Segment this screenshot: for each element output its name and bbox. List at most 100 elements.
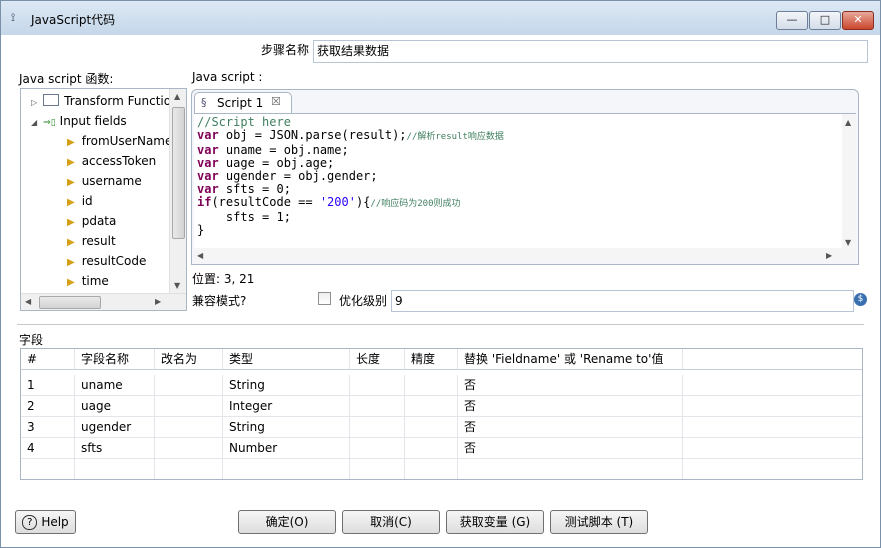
table-cell[interactable]: 否 <box>458 417 683 438</box>
table-cell[interactable]: 否 <box>458 396 683 417</box>
scroll-right-icon[interactable]: ▶ <box>826 251 832 260</box>
editor-horizontal-scrollbar[interactable]: ◀ ▶ <box>194 248 856 262</box>
table-cell[interactable]: Number <box>223 438 350 459</box>
table-cell[interactable]: 2 <box>21 396 75 417</box>
tree-item[interactable]: ▶ accessToken <box>67 151 156 171</box>
variable-icon[interactable]: $ <box>854 293 867 306</box>
column-header[interactable] <box>683 349 862 370</box>
table-cell[interactable]: sfts <box>75 438 155 459</box>
scroll-down-icon[interactable]: ▼ <box>174 281 180 290</box>
maximize-button[interactable]: □ <box>809 11 841 30</box>
table-cell[interactable]: String <box>223 375 350 396</box>
script-code[interactable]: //Script here var obj = JSON.parse(result… <box>197 116 504 237</box>
tree-vertical-scrollbar[interactable]: ▲ ▼ <box>169 89 186 293</box>
table-cell[interactable] <box>683 438 862 459</box>
scroll-up-icon[interactable]: ▲ <box>845 118 851 127</box>
field-arrow-icon: ▶ <box>67 177 75 188</box>
table-cell[interactable] <box>155 438 223 459</box>
scroll-down-icon[interactable]: ▼ <box>845 238 851 247</box>
code-line[interactable]: if(resultCode == '200'){//响应码为200则成功 <box>197 196 504 211</box>
table-cell[interactable] <box>223 459 350 479</box>
code-line[interactable]: var obj = JSON.parse(result);//解析result响… <box>197 129 504 144</box>
table-cell[interactable] <box>405 459 458 479</box>
tree-item[interactable]: ▶ resultCode <box>67 251 146 271</box>
table-cell[interactable] <box>683 459 862 479</box>
optimization-level-input[interactable]: 9 <box>391 290 854 312</box>
code-line[interactable]: } <box>197 224 504 237</box>
script-editor[interactable]: //Script here var obj = JSON.parse(result… <box>194 113 856 262</box>
tree-item[interactable]: ▶ time <box>67 271 109 291</box>
compat-mode-checkbox[interactable] <box>318 292 331 305</box>
table-cell[interactable] <box>405 417 458 438</box>
scroll-thumb[interactable] <box>39 296 101 309</box>
table-cell[interactable] <box>683 417 862 438</box>
tree-item[interactable]: ▶ id <box>67 191 93 211</box>
ok-button[interactable]: 确定(O) <box>238 510 336 534</box>
table-cell[interactable]: uage <box>75 396 155 417</box>
scroll-left-icon[interactable]: ◀ <box>25 297 31 306</box>
minimize-button[interactable]: — <box>776 11 808 30</box>
tree-horizontal-scrollbar[interactable]: ◀ ▶ <box>21 293 186 310</box>
functions-tree[interactable]: ▷ Transform Functio ◢ ⇒▯ Input fields ▶ fromUs… <box>20 88 187 311</box>
column-header[interactable]: 字段名称 <box>75 349 155 370</box>
column-header[interactable]: 替换 'Fieldname' 或 'Rename to'值 <box>458 349 683 370</box>
tree-item[interactable]: ▷ Transform Functio <box>31 91 171 111</box>
table-cell[interactable]: 4 <box>21 438 75 459</box>
expand-arrow-icon[interactable]: ▷ <box>31 98 37 107</box>
table-cell[interactable]: Integer <box>223 396 350 417</box>
scroll-thumb[interactable] <box>172 107 185 239</box>
table-cell[interactable] <box>155 417 223 438</box>
column-header[interactable]: 改名为 <box>155 349 223 370</box>
close-button[interactable]: ✕ <box>842 11 874 30</box>
table-cell[interactable] <box>75 459 155 479</box>
table-cell[interactable] <box>405 375 458 396</box>
table-cell[interactable] <box>155 375 223 396</box>
table-cell[interactable]: uname <box>75 375 155 396</box>
column-header[interactable]: 精度 <box>405 349 458 370</box>
sort-asc-icon[interactable]: ^ <box>43 349 51 352</box>
get-variables-button[interactable]: 获取变量 (G) <box>446 510 544 534</box>
test-script-button[interactable]: 测试脚本 (T) <box>550 510 648 534</box>
tree-item[interactable]: ◢ ⇒▯ Input fields <box>31 111 127 131</box>
scroll-up-icon[interactable]: ▲ <box>174 92 180 101</box>
tree-item[interactable]: ▶ result <box>67 231 116 251</box>
column-header[interactable]: # <box>21 349 75 370</box>
table-cell[interactable] <box>155 459 223 479</box>
table-cell[interactable]: 否 <box>458 438 683 459</box>
table-cell[interactable] <box>21 459 75 479</box>
table-cell[interactable] <box>350 438 405 459</box>
table-cell[interactable] <box>683 375 862 396</box>
cancel-button[interactable]: 取消(C) <box>342 510 440 534</box>
scroll-left-icon[interactable]: ◀ <box>197 251 203 260</box>
code-token: ugender = obj.gender; <box>218 169 378 183</box>
table-cell[interactable] <box>458 459 683 479</box>
table-cell[interactable] <box>155 396 223 417</box>
scroll-right-icon[interactable]: ▶ <box>155 297 161 306</box>
help-button[interactable]: ? Help <box>15 510 76 534</box>
editor-vertical-scrollbar[interactable]: ▲ ▼ <box>842 114 856 249</box>
close-tab-icon[interactable]: ☒ <box>271 95 281 108</box>
collapse-arrow-icon[interactable]: ◢ <box>31 118 37 127</box>
table-cell[interactable]: ugender <box>75 417 155 438</box>
column-header[interactable]: 类型 <box>223 349 350 370</box>
step-name-input[interactable]: 获取结果数据 <box>313 40 868 63</box>
table-cell[interactable]: 3 <box>21 417 75 438</box>
table-cell[interactable]: 1 <box>21 375 75 396</box>
column-header[interactable]: 长度 <box>350 349 405 370</box>
tree-item[interactable]: ▶ username <box>67 171 142 191</box>
table-cell[interactable] <box>350 396 405 417</box>
tree-item[interactable]: ▶ fromUserName <box>67 131 172 151</box>
tree-item[interactable]: ▶ pdata <box>67 211 116 231</box>
fields-table[interactable]: #^ 字段名称改名为类型长度精度替换 'Fieldname' 或 'Rename … <box>20 348 863 480</box>
table-cell[interactable]: String <box>223 417 350 438</box>
table-cell[interactable] <box>683 396 862 417</box>
table-cell[interactable] <box>350 417 405 438</box>
code-line[interactable]: sfts = 1; <box>197 211 504 224</box>
tab-script-1[interactable]: § Script 1 ☒ <box>194 92 292 114</box>
table-cell[interactable] <box>405 396 458 417</box>
table-cell[interactable] <box>405 438 458 459</box>
field-arrow-icon: ▶ <box>67 217 75 228</box>
table-cell[interactable] <box>350 375 405 396</box>
table-cell[interactable] <box>350 459 405 479</box>
table-cell[interactable]: 否 <box>458 375 683 396</box>
